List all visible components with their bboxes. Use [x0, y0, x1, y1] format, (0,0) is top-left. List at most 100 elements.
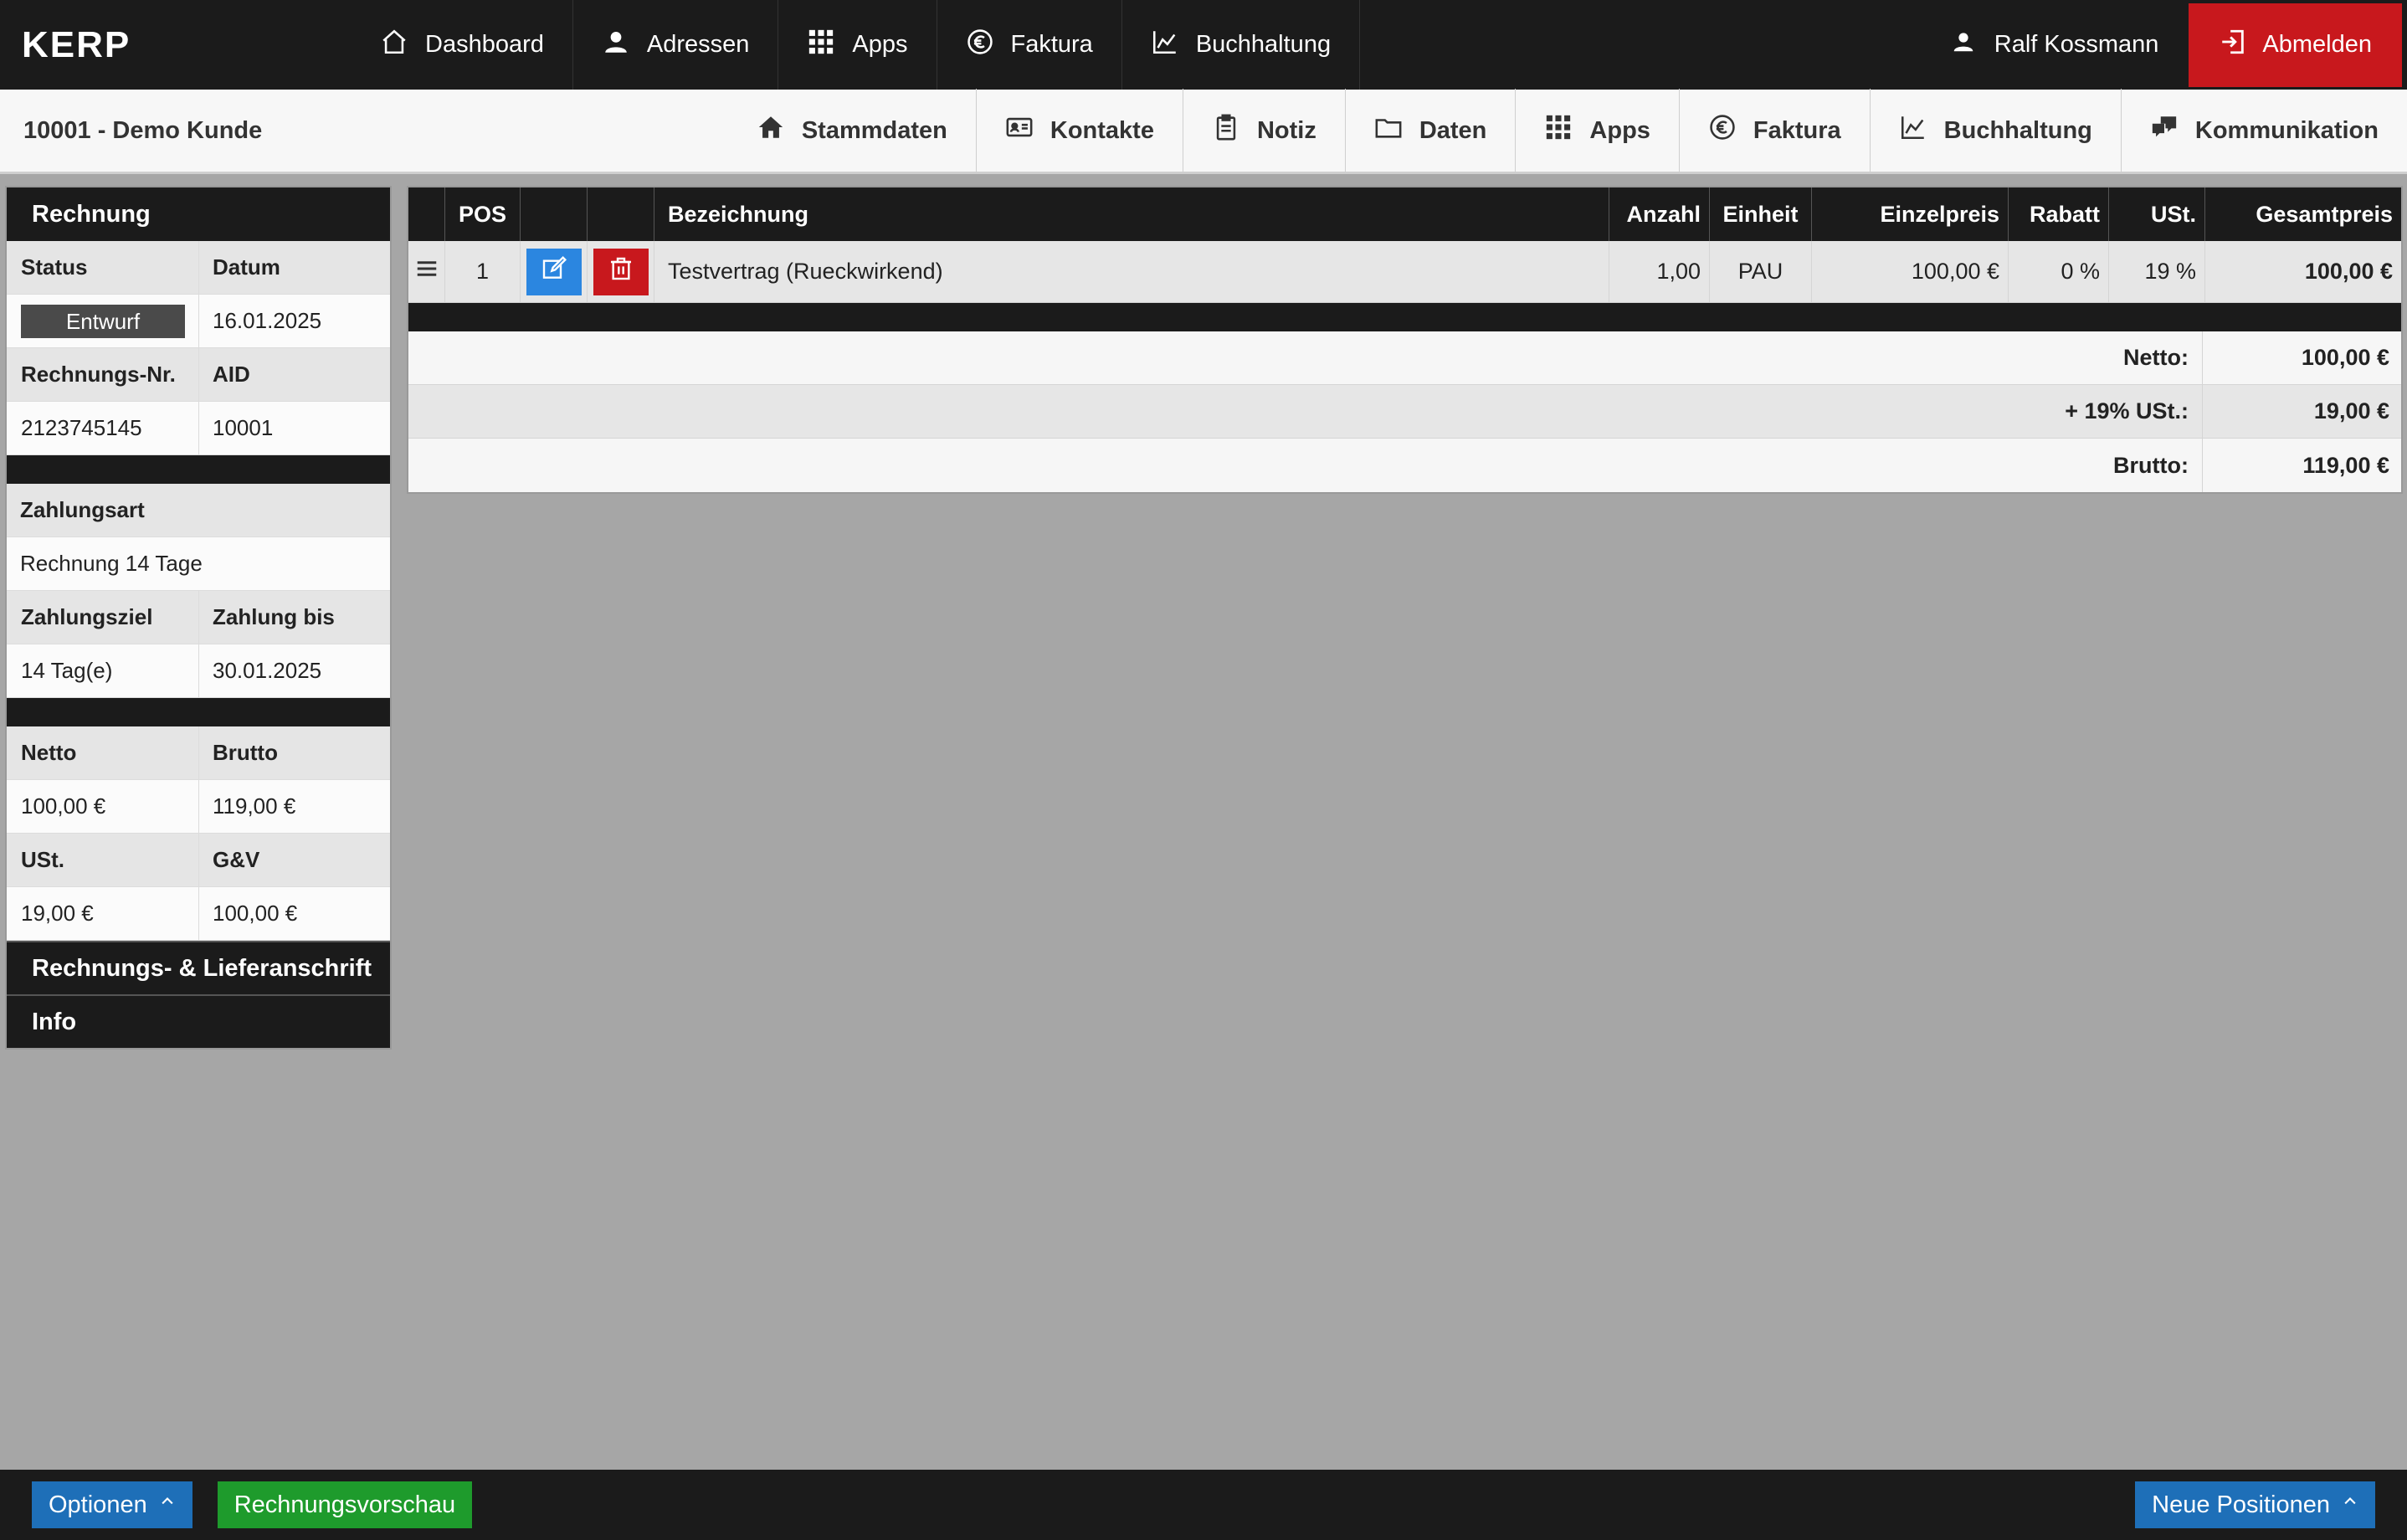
logout-label: Abmelden: [2262, 31, 2372, 58]
home-icon: [757, 113, 785, 148]
date-value: 16.01.2025: [213, 308, 322, 333]
user-menu[interactable]: Ralf Kossmann: [1921, 0, 2189, 90]
nav-apps-label: Apps: [852, 31, 908, 58]
section-divider: [7, 455, 390, 484]
nav-faktura[interactable]: Faktura: [937, 0, 1122, 90]
row-total: 100,00 €: [2304, 259, 2393, 284]
tab-kommunikation-label: Kommunikation: [2194, 116, 2379, 144]
address-section-header[interactable]: Rechnungs- & Lieferanschrift: [7, 941, 390, 994]
chevron-up-icon: [159, 1492, 176, 1514]
invoice-panel-header[interactable]: Rechnung: [7, 187, 390, 241]
payment-term-value: 14 Tag(e): [7, 644, 199, 697]
bottom-action-bar: Optionen Rechnungsvorschau Neue Position…: [0, 1470, 2407, 1540]
date-label: Datum: [213, 254, 280, 280]
col-discount: Rabatt: [2009, 187, 2109, 241]
home-icon: [380, 28, 408, 63]
tab-kommunikation[interactable]: Kommunikation: [2120, 88, 2407, 173]
col-qty: Anzahl: [1609, 187, 1710, 241]
app-logo[interactable]: KERP: [0, 24, 352, 66]
vat-total-value: 19,00 €: [2313, 398, 2389, 424]
options-button[interactable]: Optionen: [32, 1481, 192, 1528]
chevron-up-icon: [2342, 1492, 2358, 1514]
id-card-icon: [1005, 113, 1034, 148]
status-badge[interactable]: Entwurf: [21, 304, 185, 338]
aid-label: AID: [213, 362, 250, 387]
gv-value: 100,00 €: [213, 901, 298, 926]
nav-adressen-label: Adressen: [646, 31, 750, 58]
vat-total-label: + 19% USt.:: [408, 385, 2203, 438]
col-unit: Einheit: [1710, 187, 1812, 241]
customer-tabs: Stammdaten Kontakte Notiz Daten Apps Fak…: [728, 88, 2407, 173]
top-navbar: KERP Dashboard Adressen Apps Faktura Buc…: [0, 0, 2407, 90]
tab-notiz[interactable]: Notiz: [1182, 88, 1345, 173]
col-price: Einzelpreis: [1812, 187, 2009, 241]
row-name[interactable]: Testvertrag (Rueckwirkend): [654, 241, 1609, 302]
payment-term-label: Zahlungsziel: [7, 591, 199, 644]
gv-label: G&V: [213, 847, 260, 872]
nav-faktura-label: Faktura: [1010, 31, 1093, 58]
edit-position-button[interactable]: [526, 248, 582, 295]
nav-apps[interactable]: Apps: [778, 0, 937, 90]
nav-dashboard[interactable]: Dashboard: [352, 0, 573, 90]
gross-total-label: Brutto:: [408, 439, 2203, 492]
nav-buchhaltung-label: Buchhaltung: [1195, 31, 1332, 58]
nav-buchhaltung[interactable]: Buchhaltung: [1122, 0, 1361, 90]
payment-type-label: Zahlungsart: [20, 497, 145, 522]
section-divider: [7, 698, 390, 726]
tab-faktura[interactable]: Faktura: [1678, 88, 1870, 173]
row-qty: 1,00: [1609, 241, 1710, 302]
table-row: 1 Testvertrag (Rueckwirkend) 1,00 PAU 10…: [408, 241, 2401, 303]
gross-total-row: Brutto: 119,00 €: [408, 439, 2401, 492]
tab-stammdaten[interactable]: Stammdaten: [728, 89, 976, 173]
tab-kontakte[interactable]: Kontakte: [975, 88, 1183, 173]
tab-kontakte-label: Kontakte: [1050, 116, 1154, 144]
row-discount: 0 %: [2009, 241, 2109, 302]
net-value: 100,00 €: [7, 780, 199, 833]
col-vat: USt.: [2109, 187, 2205, 241]
logout-icon: [2219, 28, 2247, 63]
chart-icon: [1151, 28, 1179, 63]
row-unit: PAU: [1710, 241, 1812, 302]
tab-daten-label: Daten: [1419, 116, 1487, 144]
new-positions-button[interactable]: Neue Positionen: [2135, 1481, 2375, 1528]
table-header: POS Bezeichnung Anzahl Einheit Einzelpre…: [408, 187, 2401, 241]
gross-value: 119,00 €: [213, 793, 296, 819]
net-total-value: 100,00 €: [2301, 345, 2389, 370]
gross-label: Brutto: [213, 740, 278, 765]
row-vat: 19 %: [2109, 241, 2205, 302]
vat-label: USt.: [7, 834, 199, 886]
tab-buchhaltung[interactable]: Buchhaltung: [1869, 88, 2121, 173]
tab-buchhaltung-label: Buchhaltung: [1943, 116, 2092, 144]
customer-title: 10001 - Demo Kunde: [23, 116, 263, 144]
user-name: Ralf Kossmann: [1994, 31, 2159, 58]
user-icon: [1951, 29, 1976, 61]
logout-button[interactable]: Abmelden: [2189, 3, 2402, 87]
net-total-label: Netto:: [408, 331, 2203, 384]
positions-table: POS Bezeichnung Anzahl Einheit Einzelpre…: [407, 186, 2403, 494]
invoice-preview-button[interactable]: Rechnungsvorschau: [217, 1481, 473, 1528]
net-total-row: Netto: 100,00 €: [408, 331, 2401, 385]
euro-icon: [966, 28, 994, 63]
tab-apps[interactable]: Apps: [1515, 88, 1679, 173]
section-divider: [408, 303, 2401, 331]
options-label: Optionen: [49, 1491, 147, 1518]
grid-icon: [1544, 113, 1573, 148]
clipboard-icon: [1212, 113, 1240, 148]
invoice-number-label: Rechnungs-Nr.: [7, 348, 199, 401]
trash-icon: [608, 255, 634, 288]
row-price: 100,00 €: [1812, 241, 2009, 302]
delete-position-button[interactable]: [593, 248, 649, 295]
invoice-number-value: 2123745145: [7, 402, 199, 454]
net-label: Netto: [7, 726, 199, 779]
payment-due-value: 30.01.2025: [213, 658, 322, 683]
info-section-header[interactable]: Info: [7, 994, 390, 1048]
nav-dashboard-label: Dashboard: [425, 31, 544, 58]
tab-stammdaten-label: Stammdaten: [801, 116, 947, 144]
drag-handle-icon[interactable]: [414, 256, 439, 288]
row-pos: 1: [445, 241, 521, 302]
status-label: Status: [7, 241, 199, 294]
tab-apps-label: Apps: [1589, 116, 1650, 144]
tab-daten[interactable]: Daten: [1344, 88, 1516, 173]
invoice-details-panel: Rechnung Status Datum Entwurf 16.01.2025…: [5, 186, 392, 1050]
nav-adressen[interactable]: Adressen: [573, 0, 779, 90]
